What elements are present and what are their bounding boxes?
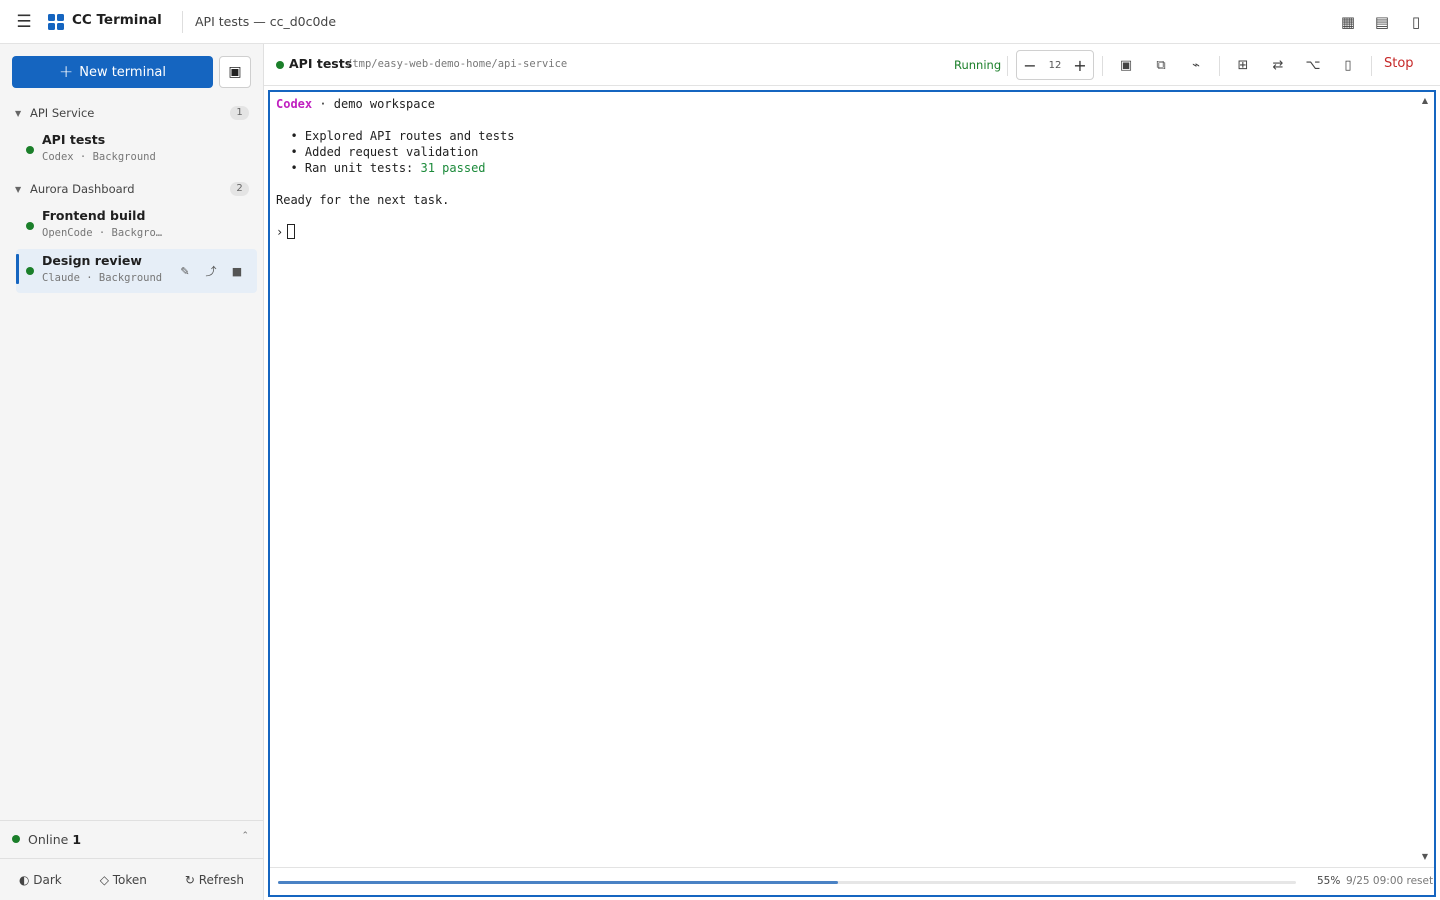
status-label: Running: [954, 58, 1002, 72]
brand-name: Codex: [276, 97, 313, 111]
list-icon[interactable]: ▤: [1370, 10, 1394, 34]
prompt-line: ›: [276, 224, 514, 240]
scroll-down-icon[interactable]: ▼: [1422, 852, 1428, 861]
divider: [1102, 56, 1103, 76]
terminal-icon[interactable]: ▣: [1114, 54, 1138, 76]
item-actions: ✎ ⤴ ■: [175, 261, 247, 281]
increase-font-button[interactable]: +: [1067, 56, 1093, 75]
divider: [1007, 56, 1008, 76]
sidebar-item-api-tests[interactable]: API tests Codex · Background: [16, 128, 257, 172]
group-count-badge: 1: [230, 106, 249, 120]
plus-icon: +: [58, 61, 74, 82]
dark-mode-button[interactable]: ◐ Dark: [19, 873, 62, 887]
split-icon[interactable]: ⊞: [1231, 54, 1255, 76]
status-dot: [26, 222, 34, 230]
token-button[interactable]: ◇ Token: [100, 873, 147, 887]
swap-icon[interactable]: ⇄: [1266, 54, 1290, 76]
divider: [1371, 56, 1372, 76]
panel-icon[interactable]: ▯: [1404, 10, 1428, 34]
font-size-stepper: − 12 +: [1016, 50, 1094, 80]
new-terminal-label: New terminal: [79, 64, 167, 80]
usage-percent: 55%: [1317, 875, 1341, 887]
move-icon[interactable]: ⤴: [201, 261, 221, 281]
sidebar-item-design-review[interactable]: Design review Claude · Background ✎ ⤴ ■: [16, 249, 257, 293]
edit-icon[interactable]: ✎: [175, 261, 195, 281]
terminal-header: API tests /tmp/easy-web-demo-home/api-se…: [264, 44, 1440, 86]
divider: [1219, 56, 1220, 76]
scroll-up-icon[interactable]: ▲: [1422, 96, 1428, 105]
online-count: 1: [72, 832, 82, 847]
decrease-font-button[interactable]: −: [1017, 56, 1043, 75]
terminal-name: API tests: [42, 132, 106, 147]
font-size-value: 12: [1048, 59, 1062, 71]
group-header-aurora-dashboard[interactable]: ▼ Aurora Dashboard 2: [0, 179, 264, 199]
terminal-title: API tests: [289, 56, 353, 71]
usage-reset: 9/25 09:00 reset: [1346, 875, 1434, 887]
terminal-name: Frontend build: [42, 208, 146, 223]
terminal-line: Codex · demo workspace: [276, 97, 435, 111]
group-header-api-service[interactable]: ▼ API Service 1: [0, 103, 264, 123]
chevron-down-icon: ▼: [15, 108, 22, 118]
refresh-button[interactable]: ↻ Refresh: [185, 873, 244, 887]
terminal-name: Design review: [42, 253, 142, 268]
grid-icon[interactable]: ▦: [1336, 10, 1360, 34]
sidebar: + New terminal ▣ ▼ API Service 1 API tes…: [0, 44, 264, 900]
terminal-pane[interactable]: Codex · demo workspace • Explored API ro…: [268, 90, 1436, 897]
usage-track: [278, 881, 1296, 884]
active-indicator: [16, 254, 19, 284]
terminal-line: • Ran unit tests: 31 passed: [276, 161, 486, 175]
branch-icon[interactable]: ⌥: [1301, 54, 1325, 76]
group-name: Aurora Dashboard: [30, 182, 135, 196]
terminal-meta: Claude · Background: [42, 272, 163, 284]
app-title: CC Terminal: [72, 12, 162, 28]
divider: [182, 11, 183, 33]
status-dot: [26, 146, 34, 154]
online-dot: [12, 835, 20, 843]
panel-icon[interactable]: ▯: [1336, 54, 1360, 76]
tests-result: 31 passed: [420, 161, 486, 175]
window-subtitle: API tests — cc_d0c0de: [195, 14, 337, 29]
group-name: API Service: [30, 106, 95, 120]
group-count-badge: 2: [230, 182, 249, 196]
online-label: Online 1: [28, 832, 82, 847]
terminal-cursor: [287, 224, 296, 239]
terminal-output: Codex · demo workspace • Explored API ro…: [276, 96, 514, 240]
usage-fill: [278, 881, 838, 884]
stop-button[interactable]: Stop: [1384, 56, 1414, 71]
status-dot: [276, 61, 284, 69]
chevron-up-icon[interactable]: ⌃: [241, 831, 249, 841]
status-dot: [26, 267, 34, 275]
online-status: Online 1 ⌃: [0, 820, 263, 858]
view-toggles: ▦ ▤ ▯: [1336, 10, 1428, 34]
copy-icon[interactable]: ⧉: [1149, 54, 1173, 76]
terminal-line: Ready for the next task.: [276, 193, 450, 207]
menu-icon[interactable]: ☰: [12, 10, 36, 34]
terminal-icon: ▣: [228, 64, 242, 80]
prompt-icon: ›: [276, 225, 284, 239]
sidebar-item-frontend-build[interactable]: Frontend build OpenCode · Background: [16, 204, 257, 248]
usage-bar: 55% 9/25 09:00 reset: [270, 867, 1434, 895]
terminal-line: • Explored API routes and tests: [276, 129, 515, 143]
terminal-line: • Added request validation: [276, 145, 479, 159]
stop-icon[interactable]: ■: [227, 261, 247, 281]
terminal-view-button[interactable]: ▣: [219, 56, 251, 88]
terminal-meta: OpenCode · Background: [42, 227, 164, 239]
link-icon[interactable]: ⌁: [1184, 54, 1208, 76]
new-terminal-button[interactable]: + New terminal: [12, 56, 213, 88]
terminal-path: /tmp/easy-web-demo-home/api-service: [346, 58, 568, 70]
top-bar: ☰ CC Terminal API tests — cc_d0c0de ▦ ▤ …: [0, 0, 1440, 44]
chevron-down-icon: ▼: [15, 184, 22, 194]
terminal-meta: Codex · Background: [42, 151, 156, 163]
app-logo-icon: [48, 14, 64, 30]
sidebar-footer: ◐ Dark ◇ Token ↻ Refresh: [0, 858, 263, 900]
